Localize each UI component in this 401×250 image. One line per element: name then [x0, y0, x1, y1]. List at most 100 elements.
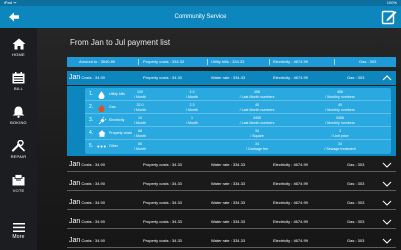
chevron-down-icon[interactable]	[382, 218, 392, 226]
row-property: Property costs : 34.33	[143, 200, 182, 205]
wrench-icon	[12, 139, 25, 151]
detail-cell: 66/ Month	[127, 142, 153, 151]
row-month: Jan	[69, 199, 81, 206]
detail-unit: / Month	[134, 146, 146, 151]
row-month: Jan	[69, 74, 81, 81]
detail-cell: 40/ Monthly numbers	[318, 103, 362, 112]
detail-cell: 88/ Month	[127, 129, 153, 138]
detail-unit: / Monthly numbers	[325, 107, 355, 112]
detail-unit: / Square	[250, 133, 264, 138]
plug-icon	[97, 116, 106, 125]
detail-unit: / Unit price	[331, 133, 349, 138]
detail-unit: / Sewage treatment	[324, 146, 356, 151]
detail-index: 4.	[89, 130, 94, 136]
edit-button[interactable]	[381, 9, 397, 25]
sidebar-item-home[interactable]: HOME	[0, 30, 37, 64]
sidebar-item-repair[interactable]: REPAIR	[0, 132, 37, 166]
summary-amount: Amount to : 3540.89	[79, 59, 116, 64]
detail-unit: / Month	[186, 94, 198, 99]
sidebar-item-bill[interactable]: BILL	[0, 64, 37, 98]
row-property: Property costs : 34.33	[143, 219, 182, 224]
detail-cell: 32.0/ Month	[127, 103, 153, 112]
ballot-box-icon	[12, 173, 25, 185]
edit-icon	[381, 10, 397, 25]
detail-index: 1.	[89, 91, 94, 97]
menu-icon	[12, 222, 25, 232]
month-row[interactable]: Jan Costs : 34.90 Property costs : 34.33…	[67, 158, 396, 172]
detail-row: 1. Utility bills 100/ Month 2.3/ Month 456/ …	[85, 88, 391, 101]
row-costs: Costs : 34.90	[81, 181, 105, 186]
row-costs: Costs : 34.90	[81, 238, 105, 243]
divider	[269, 59, 270, 65]
house-icon	[97, 129, 106, 138]
detail-row: 4. Property costs 88/ Month 34/ Square 3/ Un…	[85, 127, 391, 140]
detail-unit: / Month	[134, 120, 146, 125]
chevron-down-icon[interactable]	[382, 237, 392, 245]
sidebar-item-vote[interactable]: VOTE	[0, 166, 37, 200]
summary-electricity: Electricity : 4674.99	[273, 59, 308, 64]
detail-cell: 3455/ Last Month numbers	[235, 116, 279, 125]
chevron-up-icon[interactable]	[382, 74, 392, 82]
summary-property: Property costs : 334.33	[143, 59, 185, 64]
month-row[interactable]: Jan Costs : 34.90 Property costs : 34.33…	[67, 71, 396, 85]
row-costs: Costs : 34.90	[81, 162, 105, 167]
detail-name: Utility bills	[109, 92, 125, 96]
divider	[207, 59, 208, 65]
detail-cell: 34/ Square	[235, 129, 279, 138]
month-row[interactable]: Jan Costs : 34.90 Property costs : 34.33…	[67, 177, 396, 191]
chevron-down-icon[interactable]	[382, 199, 392, 207]
month-row[interactable]: Jan Costs : 34.90 Property costs : 34.33…	[67, 215, 396, 229]
row-property: Property costs : 34.33	[143, 181, 182, 186]
detail-cell: 456/ Monthly numbers	[318, 90, 362, 99]
detail-unit: / Garbage fee	[246, 146, 268, 151]
row-costs: Costs : 34.90	[81, 200, 105, 205]
sidebar-item-label: VOTE	[12, 187, 25, 193]
detail-unit: / Last Month numbers	[239, 120, 275, 125]
detail-unit: / Monthly numbers	[325, 120, 355, 125]
detail-row: 2. Gas 32.0/ Month 2.3/ Month 40/ Last Month…	[85, 101, 391, 114]
detail-cell: 100/ Month	[127, 90, 153, 99]
water-drop-icon	[97, 90, 106, 99]
row-gas: Gas : 303	[347, 200, 365, 205]
sidebar-item-booking[interactable]: BOKING	[0, 98, 37, 132]
detail-cell: 34/ Garbage fee	[235, 142, 279, 151]
detail-cell: 3/ Unit price	[318, 129, 362, 138]
sidebar-item-more[interactable]: More	[0, 214, 37, 248]
row-electricity: Electricity : 4674.99	[273, 75, 308, 80]
row-month: Jan	[69, 161, 81, 168]
summary-utility: Utility bills : 334.33	[211, 59, 245, 64]
month-detail-panel: 1. Utility bills 100/ Month 2.3/ Month 456/ …	[67, 86, 396, 156]
row-month: Jan	[69, 218, 81, 225]
row-electricity: Electricity : 4674.99	[273, 219, 308, 224]
detail-name: Gas	[109, 105, 116, 109]
row-month: Jan	[69, 180, 81, 187]
detail-unit: / Month	[134, 133, 146, 138]
sidebar-item-label: REPAIR	[10, 153, 27, 159]
chevron-down-icon[interactable]	[382, 180, 392, 188]
row-water: Water rate : 334.33	[211, 238, 246, 243]
row-gas: Gas : 303	[347, 219, 365, 224]
summary-bar: Amount to : 3540.89 Property costs : 334…	[67, 57, 396, 67]
sidebar: HOME BILL BOKING REPAIR VOTE More	[0, 28, 37, 250]
detail-unit: / Month	[134, 94, 146, 99]
row-electricity: Electricity : 4674.99	[273, 162, 308, 167]
bell-icon	[12, 106, 25, 118]
detail-unit: / Month	[134, 107, 146, 112]
chevron-down-icon[interactable]	[382, 161, 392, 169]
detail-unit: / Last Month numbers	[239, 107, 275, 112]
flame-icon	[97, 103, 106, 112]
detail-name: Other	[109, 144, 118, 148]
row-property: Property costs : 34.33	[143, 162, 182, 167]
detail-row: 3. Electricity 10/ Month 1/ Month 3455/ Last…	[85, 114, 391, 127]
detail-cell: 10/ Month	[127, 116, 153, 125]
month-row[interactable]: Jan Costs : 34.90 Property costs : 34.33…	[67, 196, 396, 210]
row-gas: Gas : 303	[347, 238, 365, 243]
month-row[interactable]: Jan Costs : 34.90 Property costs : 34.33…	[67, 234, 396, 248]
detail-unit: / Monthly numbers	[325, 94, 355, 99]
top-bar: Community Service	[0, 6, 401, 28]
divider	[334, 59, 335, 65]
summary-gas: Gas : 303	[359, 59, 377, 64]
row-gas: Gas : 303	[347, 75, 365, 80]
divider	[138, 59, 139, 65]
row-costs: Costs : 34.90	[81, 219, 105, 224]
